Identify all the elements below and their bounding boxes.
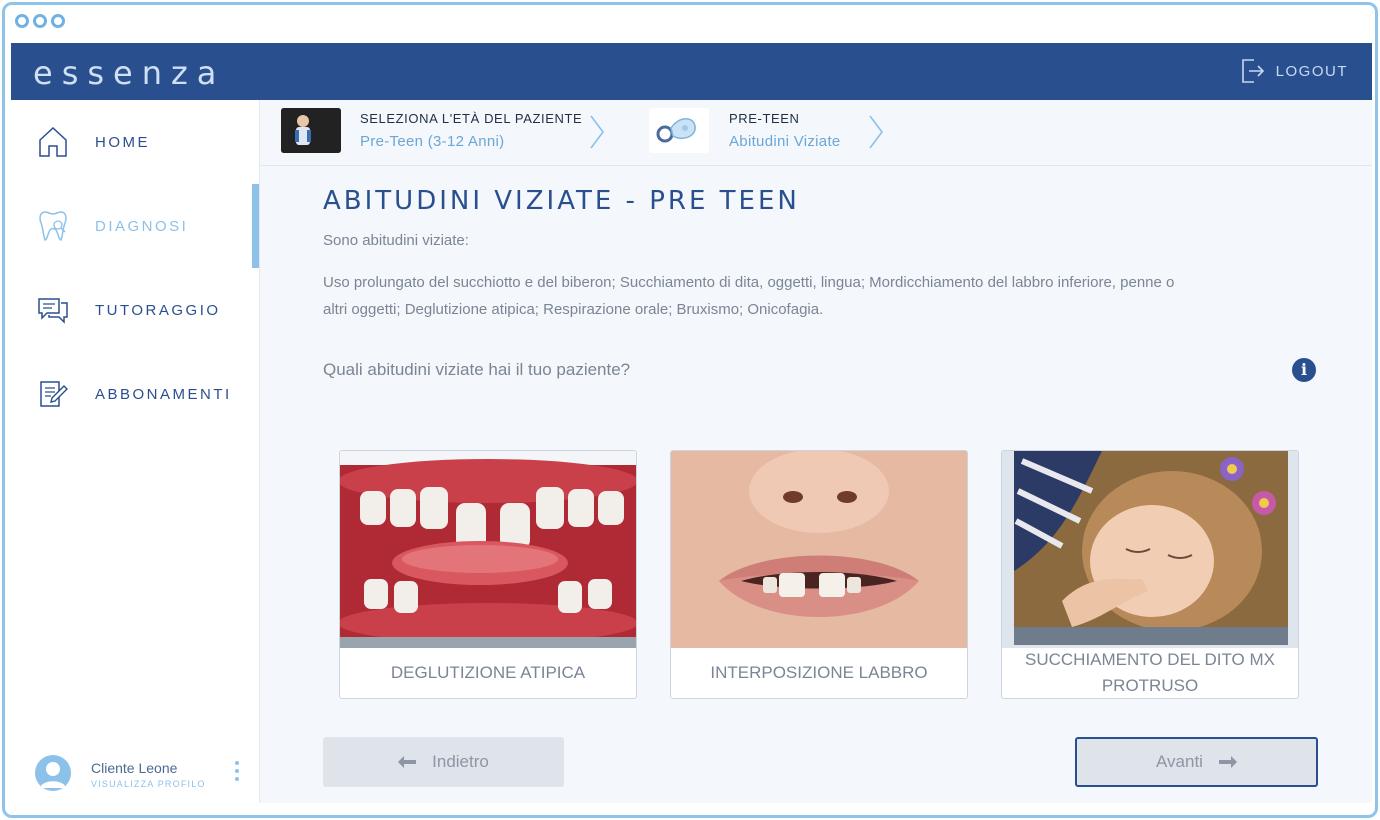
next-button[interactable]: Avanti — [1075, 737, 1318, 787]
teeth-tongue-photo-icon — [340, 451, 636, 648]
chat-icon — [38, 298, 68, 324]
arrow-right-icon — [1218, 756, 1237, 768]
option-card-succhiamento-dito[interactable]: SUCCHIAMENTO DEL DITO MX PROTRUSO — [1001, 450, 1299, 699]
chevron-right-icon — [869, 115, 883, 149]
card-image — [671, 451, 967, 648]
logout-label: LOGOUT — [1275, 62, 1348, 80]
child-photo-icon — [281, 108, 341, 153]
breadcrumb-step-preteen-thumbnail[interactable] — [649, 108, 709, 153]
next-button-label: Avanti — [1156, 752, 1203, 771]
card-label: SUCCHIAMENTO DEL DITO MX PROTRUSO — [1025, 650, 1275, 695]
main-content: ABITUDINI VIZIATE - PRE TEEN Sono abitud… — [261, 166, 1372, 803]
app-container: essenza LOGOUT HOME DIAGNOSI TUTORAGGIO … — [11, 43, 1372, 803]
sidebar-item-home[interactable]: HOME — [11, 100, 260, 184]
sidebar-item-label: ABBONAMENTI — [95, 385, 232, 403]
back-button-label: Indietro — [432, 752, 489, 771]
sidebar-item-label: HOME — [95, 133, 150, 151]
page-title: ABITUDINI VIZIATE - PRE TEEN — [323, 186, 800, 216]
chevron-right-icon — [590, 115, 604, 149]
card-image — [340, 451, 636, 648]
window-dot-maximize[interactable] — [51, 14, 65, 28]
browser-window: essenza LOGOUT HOME DIAGNOSI TUTORAGGIO … — [2, 2, 1378, 818]
kebab-menu-icon[interactable] — [235, 761, 241, 785]
breadcrumb-step-value[interactable]: Abitudini Viziate — [729, 133, 841, 150]
thumb-sucking-photo-icon — [1002, 451, 1298, 648]
top-header: essenza LOGOUT — [11, 43, 1372, 100]
breadcrumb-step-age-thumbnail[interactable] — [281, 108, 341, 153]
sidebar-item-label: TUTORAGGIO — [95, 301, 221, 319]
tooth-icon — [39, 211, 67, 241]
user-profile: Cliente Leone VISUALIZZA PROFILO — [35, 755, 245, 795]
arrow-left-icon — [398, 756, 417, 768]
pacifier-icon — [649, 108, 709, 153]
view-profile-link[interactable]: VISUALIZZA PROFILO — [91, 779, 206, 789]
user-icon — [40, 762, 66, 788]
logout-icon — [1241, 59, 1264, 83]
back-button[interactable]: Indietro — [323, 737, 564, 787]
info-icon[interactable]: i — [1292, 358, 1316, 382]
window-dot-minimize[interactable] — [33, 14, 47, 28]
breadcrumb-step-value[interactable]: Pre-Teen (3-12 Anni) — [360, 133, 504, 150]
sidebar-item-abbonamenti[interactable]: ABBONAMENTI — [11, 352, 260, 436]
card-label: INTERPOSIZIONE LABBRO — [710, 663, 928, 682]
sidebar: HOME DIAGNOSI TUTORAGGIO ABBONAMENTI Cli… — [11, 100, 260, 803]
avatar[interactable] — [35, 755, 71, 791]
breadcrumb-step-title: PRE-TEEN — [729, 111, 800, 126]
window-controls — [15, 14, 65, 28]
option-card-deglutizione-atipica[interactable]: DEGLUTIZIONE ATIPICA — [339, 450, 637, 699]
card-image — [1002, 451, 1298, 648]
logout-button[interactable]: LOGOUT — [1240, 57, 1348, 85]
card-label: DEGLUTIZIONE ATIPICA — [390, 663, 586, 682]
active-indicator — [252, 184, 259, 268]
app-logo[interactable]: essenza — [33, 54, 225, 92]
sidebar-item-tutoraggio[interactable]: TUTORAGGIO — [11, 268, 260, 352]
breadcrumb-step-title: SELEZIONA L'ETÀ DEL PAZIENTE — [360, 111, 583, 126]
window-dot-close[interactable] — [15, 14, 29, 28]
intro-text: Sono abitudini viziate: — [323, 232, 469, 249]
profile-name: Cliente Leone — [91, 760, 178, 776]
sidebar-item-label: DIAGNOSI — [95, 217, 189, 235]
description-text: Uso prolungato del succhiotto e del bibe… — [323, 274, 1175, 318]
edit-icon — [40, 381, 68, 407]
option-card-interposizione-labbro[interactable]: INTERPOSIZIONE LABBRO — [670, 450, 968, 699]
breadcrumb: SELEZIONA L'ETÀ DEL PAZIENTE Pre-Teen (3… — [261, 100, 1372, 166]
lips-photo-icon — [671, 451, 967, 648]
home-icon — [39, 126, 67, 157]
sidebar-item-diagnosi[interactable]: DIAGNOSI — [11, 184, 260, 268]
question-text: Quali abitudini viziate hai il tuo pazie… — [323, 360, 631, 379]
